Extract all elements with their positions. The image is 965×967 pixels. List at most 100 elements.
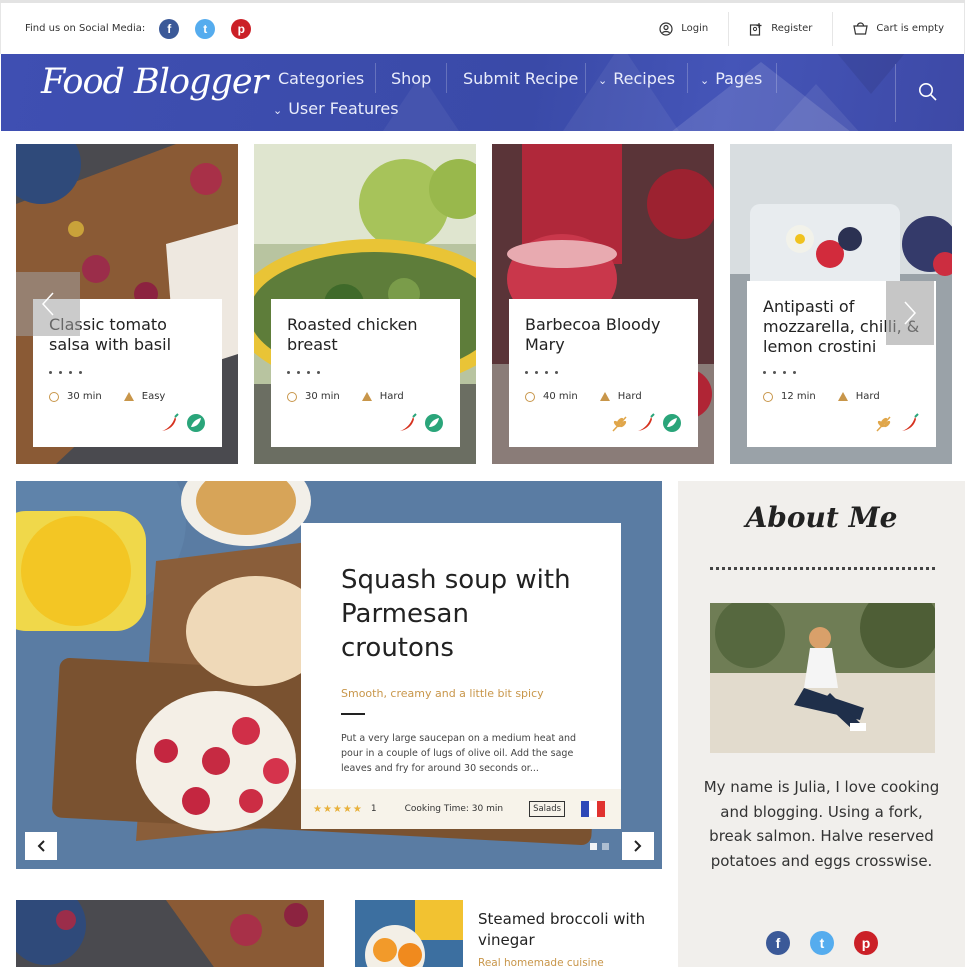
difficulty-icon — [123, 392, 134, 401]
slider-dot[interactable] — [590, 843, 597, 850]
nav-item-pages[interactable]: ⌄ Pages — [700, 69, 762, 88]
clock-icon — [763, 391, 773, 402]
france-flag-icon — [581, 801, 606, 817]
twitter-icon[interactable]: t — [810, 931, 834, 955]
recipe-thumbnail[interactable] — [16, 900, 324, 967]
account-links: Login Register Cart is empty — [639, 3, 964, 54]
chili-icon — [902, 413, 919, 431]
dot-divider — [763, 371, 920, 374]
chevron-right-icon — [634, 840, 642, 852]
pinterest-icon[interactable]: p — [231, 18, 252, 39]
register-icon — [750, 22, 762, 36]
chevron-down-icon: ⌄ — [598, 74, 608, 87]
carousel-prev-button[interactable] — [16, 272, 80, 336]
login-link[interactable]: Login — [639, 12, 728, 46]
wheat-icon — [612, 416, 627, 432]
twitter-icon[interactable]: t — [195, 18, 216, 39]
recipe-card[interactable]: Roasted chicken breast 30 min Hard — [254, 144, 476, 464]
recipe-subtitle: Real homemade cuisine — [478, 957, 604, 967]
recipe-title[interactable]: Barbecoa Bloody Mary — [525, 315, 682, 367]
featured-subtitle: Smooth, creamy and a little bit spicy — [341, 687, 544, 700]
recipe-difficulty: Hard — [855, 391, 880, 402]
rating-stars[interactable]: ★★★★★ — [313, 804, 363, 815]
nav-separator — [687, 63, 688, 93]
recipe-time: 12 min — [781, 391, 816, 402]
author-photo — [710, 603, 935, 753]
nav-item-recipes-label: Recipes — [613, 69, 676, 88]
cart-label: Cart is empty — [876, 23, 944, 34]
nav-decor-triangle — [821, 54, 921, 94]
leaf-icon — [425, 414, 443, 432]
recipe-meta: 40 min Hard — [525, 391, 682, 402]
slider-pagination — [590, 843, 609, 850]
login-label: Login — [681, 23, 709, 34]
pinterest-icon[interactable]: p — [854, 931, 878, 955]
search-button[interactable] — [918, 82, 938, 106]
recipe-time: 30 min — [305, 391, 340, 402]
chili-icon — [400, 413, 417, 431]
recipe-difficulty: Easy — [141, 391, 166, 402]
difficulty-icon — [599, 392, 610, 401]
nav-item-submit-recipe[interactable]: Submit Recipe — [463, 69, 578, 88]
site-logo[interactable]: Food Blogger — [41, 62, 268, 102]
clock-icon — [525, 391, 535, 402]
recipe-thumbnail[interactable] — [355, 900, 463, 967]
facebook-icon[interactable]: f — [766, 931, 790, 955]
register-link[interactable]: Register — [728, 11, 832, 46]
chili-icon — [638, 413, 655, 431]
cart-link[interactable]: Cart is empty — [832, 11, 964, 46]
featured-description: Put a very large saucepan on a medium he… — [341, 733, 577, 774]
slider-prev-button[interactable] — [25, 832, 57, 860]
recipe-meta: 30 min Hard — [287, 391, 444, 402]
slider-dot[interactable] — [602, 843, 609, 850]
nav-item-recipes[interactable]: ⌄ Recipes — [598, 69, 675, 88]
dot-divider — [287, 371, 444, 374]
chevron-down-icon: ⌄ — [273, 104, 283, 117]
recipe-title[interactable]: Steamed broccoli with vinegar — [478, 909, 668, 951]
title-divider — [341, 713, 365, 715]
recipe-meta: 12 min Hard — [763, 391, 920, 402]
social-label: Find us on Social Media: — [25, 23, 146, 34]
search-icon — [919, 83, 937, 101]
dot-divider — [525, 371, 682, 374]
featured-slider: Squash soup with Parmesan croutons Smoot… — [16, 481, 662, 869]
recipe-card-panel: Roasted chicken breast 30 min Hard — [271, 299, 460, 447]
difficulty-icon — [837, 392, 848, 401]
facebook-icon[interactable]: f — [159, 18, 180, 39]
chevron-down-icon: ⌄ — [700, 74, 710, 87]
chevron-left-icon — [37, 840, 45, 852]
rating-count: 1 — [370, 804, 377, 814]
author-image — [710, 603, 935, 753]
cart-icon — [853, 21, 869, 35]
nav-item-shop[interactable]: Shop — [391, 69, 431, 88]
register-label: Register — [771, 23, 813, 34]
recipe-tags — [160, 413, 206, 433]
main-nav: Food Blogger Categories Shop Submit Reci… — [1, 54, 964, 131]
chevron-right-icon — [904, 301, 917, 325]
recipe-meta: 30 min Easy — [49, 391, 206, 402]
featured-recipe-panel: Squash soup with Parmesan croutons Smoot… — [301, 523, 621, 829]
recipe-card[interactable]: Barbecoa Bloody Mary 40 min Hard — [492, 144, 714, 464]
clock-icon — [49, 391, 59, 402]
recipe-tags — [398, 413, 444, 433]
nav-separator — [776, 63, 777, 93]
about-me-widget: About Me My name is Julia, I love cookin… — [678, 481, 965, 967]
featured-title[interactable]: Squash soup with Parmesan croutons — [341, 563, 581, 665]
recipe-title[interactable]: Roasted chicken breast — [287, 315, 444, 367]
nav-separator — [446, 63, 447, 93]
category-badge[interactable]: Salads — [529, 801, 566, 817]
leaf-icon — [187, 414, 205, 432]
chevron-left-icon — [41, 292, 54, 316]
nav-item-user-features[interactable]: ⌄ User Features — [273, 99, 399, 118]
dot-divider — [49, 371, 206, 374]
about-title: About Me — [745, 501, 898, 534]
about-social-links: f t p — [766, 931, 878, 955]
difficulty-icon — [361, 392, 372, 401]
nav-item-categories[interactable]: Categories — [278, 69, 364, 88]
nav-separator — [585, 63, 586, 93]
carousel-next-button[interactable] — [886, 281, 934, 345]
slider-next-button[interactable] — [622, 832, 654, 860]
user-icon — [659, 21, 673, 36]
wheat-icon — [876, 416, 891, 432]
chili-icon — [162, 413, 179, 431]
